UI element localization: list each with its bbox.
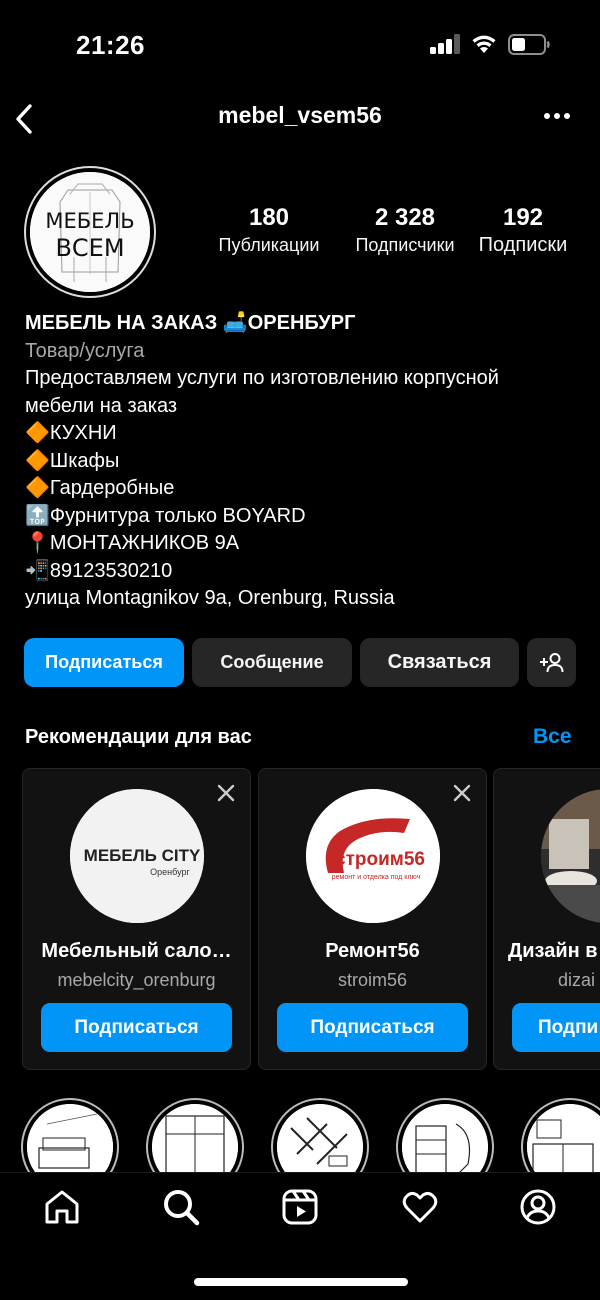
bio-line: 📍МОНТАЖНИКОВ 9А <box>25 532 240 554</box>
heart-icon[interactable] <box>400 1187 440 1227</box>
stat-posts[interactable]: 180 Публикации <box>200 204 338 258</box>
story-highlights[interactable] <box>0 1098 600 1174</box>
reels-icon[interactable] <box>280 1187 320 1227</box>
recommendation-card[interactable]: МЕБЕЛЬ CITY Оренбург Мебельный сало… meb… <box>22 768 251 1070</box>
bio-line: 🔶КУХНИ <box>25 422 117 444</box>
profile-stats: 180 Публикации 2 328 Подписчики 192 Подп… <box>200 204 580 264</box>
stat-posts-count: 180 <box>248 204 290 231</box>
contact-button[interactable]: Связаться <box>360 638 519 687</box>
stat-following-count: 192 <box>502 204 544 231</box>
cellular-signal-icon <box>430 34 462 54</box>
profile-avatar: МЕБЕЛЬ ВСЕМ <box>30 172 150 292</box>
recommendation-name[interactable]: Ремонт56 <box>267 940 478 963</box>
bio-line: 🔝Фурнитура только BOYARD <box>25 504 306 527</box>
status-time: 21:26 <box>76 30 145 60</box>
bio-line: мебели на заказ <box>25 394 178 417</box>
highlight-item[interactable] <box>21 1098 119 1174</box>
follow-button[interactable]: Подписаться <box>24 638 184 687</box>
profile-avatar-ring[interactable]: МЕБЕЛЬ ВСЕМ <box>24 166 156 298</box>
highlight-item[interactable] <box>271 1098 369 1174</box>
home-icon[interactable] <box>42 1187 82 1227</box>
highlight-item[interactable] <box>146 1098 244 1174</box>
bio-line: 📲89123530210 <box>25 559 173 582</box>
avatar-logo-text-top: МЕБЕЛЬ <box>45 209 134 233</box>
logo-text: строим56 <box>335 849 425 870</box>
recommendation-name[interactable]: Дизайн в <box>508 940 598 963</box>
add-user-icon <box>539 652 563 672</box>
status-bar: 21:26 <box>0 0 600 90</box>
bio-line: 🔶Шкафы <box>25 449 120 472</box>
recommendation-handle: dizai <box>558 970 596 990</box>
stat-followers-label: Подписчики <box>355 235 455 255</box>
recommendations-carousel[interactable]: МЕБЕЛЬ CITY Оренбург Мебельный сало… meb… <box>22 768 600 1070</box>
stat-posts-label: Публикации <box>218 235 320 255</box>
stroim56-logo: строим56 ремонт и отделка под ключ <box>306 789 440 923</box>
stat-following-label: Подписки <box>478 234 568 256</box>
recommendation-card[interactable]: строим56 ремонт и отделка под ключ Ремон… <box>258 768 487 1070</box>
recommendation-avatar[interactable]: строим56 ремонт и отделка под ключ <box>306 789 440 923</box>
bio-line: Предоставляем услуги по изготовлению кор… <box>25 367 499 389</box>
highlight-cover-dresser <box>402 1104 488 1174</box>
profile-display-name: МЕБЕЛЬ НА ЗАКАЗ 🛋️ОРЕНБУРГ <box>25 312 356 334</box>
see-all-link[interactable]: Все <box>533 725 572 749</box>
suggested-users-button[interactable] <box>527 638 576 687</box>
recommendation-avatar[interactable] <box>541 789 600 923</box>
bio-line: 🔶Гардеробные <box>25 477 175 499</box>
follow-suggestion-button[interactable]: Подпи <box>512 1003 600 1052</box>
interior-photo <box>541 789 600 923</box>
recommendation-handle: mebelcity_orenburg <box>57 970 216 990</box>
stat-followers[interactable]: 2 328 Подписчики <box>332 204 478 258</box>
follow-suggestion-button[interactable]: Подписаться <box>41 1003 232 1052</box>
highlight-cover-sofa <box>27 1104 113 1174</box>
profile-header-bar: mebel_vsem56 <box>0 92 600 142</box>
stat-followers-count: 2 328 <box>374 204 436 231</box>
search-icon[interactable] <box>161 1187 201 1227</box>
highlight-item[interactable] <box>396 1098 494 1174</box>
profile-icon[interactable] <box>518 1187 558 1227</box>
logo-subtext: ремонт и отделка под ключ <box>332 874 421 881</box>
logo-subtext: Оренбург <box>150 867 190 877</box>
highlight-cover-tools <box>277 1104 363 1174</box>
more-options-icon[interactable] <box>540 104 574 128</box>
profile-address-link[interactable]: улица Montagnikov 9a, Orenburg, Russia <box>25 585 585 613</box>
recommendation-handle: stroim56 <box>337 970 408 990</box>
close-icon[interactable] <box>216 783 236 803</box>
profile-username: mebel_vsem56 <box>218 102 382 128</box>
close-icon[interactable] <box>452 783 472 803</box>
profile-category: Товар/услуга <box>25 339 145 362</box>
stat-following[interactable]: 192 Подписки <box>460 204 586 258</box>
avatar-logo-text-bottom: ВСЕМ <box>55 234 124 262</box>
home-indicator[interactable] <box>194 1278 408 1286</box>
mebel-city-logo: МЕБЕЛЬ CITY Оренбург <box>70 789 204 923</box>
avatar-logo-image: МЕБЕЛЬ ВСЕМ <box>30 172 150 292</box>
logo-text: МЕБЕЛЬ CITY <box>84 846 201 865</box>
profile-bio: МЕБЕЛЬ НА ЗАКАЗ 🛋️ОРЕНБУРГ Товар/услуга … <box>25 310 585 613</box>
highlight-cover-wardrobe <box>152 1104 238 1174</box>
recommendation-name[interactable]: Мебельный сало… <box>31 940 242 963</box>
battery-icon <box>508 34 550 55</box>
highlight-cover-kitchen <box>527 1104 600 1174</box>
message-button[interactable]: Сообщение <box>192 638 352 687</box>
recommendation-card[interactable]: Дизайн в dizai Подпи <box>493 768 600 1070</box>
highlight-item[interactable] <box>521 1098 600 1174</box>
recommendations-title: Рекомендации для вас <box>25 726 252 748</box>
wifi-icon <box>472 35 496 53</box>
recommendation-avatar[interactable]: МЕБЕЛЬ CITY Оренбург <box>70 789 204 923</box>
follow-suggestion-button[interactable]: Подписаться <box>277 1003 468 1052</box>
